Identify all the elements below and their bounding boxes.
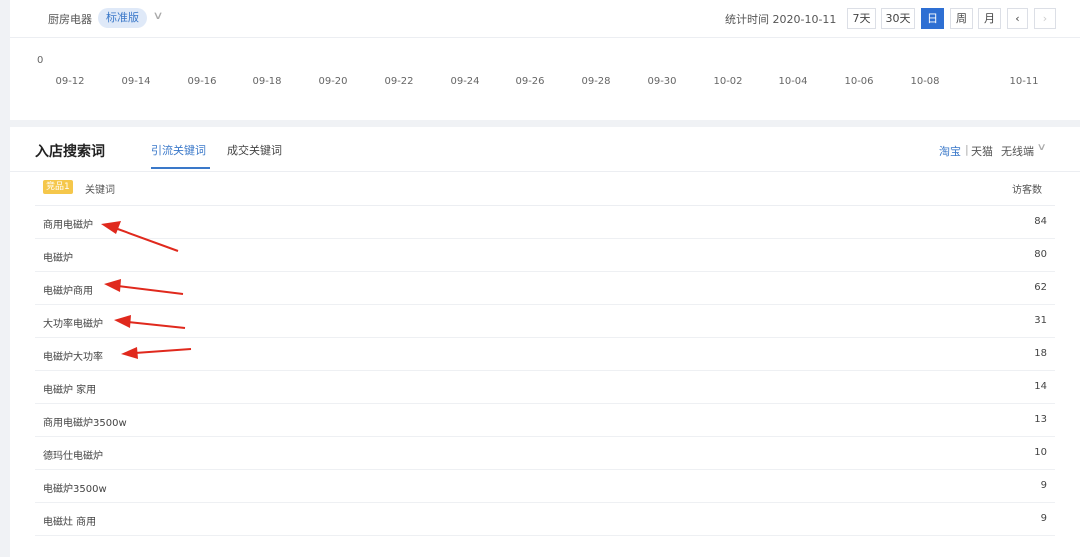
divider [10,171,1080,172]
range-7d-button[interactable]: 7天 [847,8,876,29]
x-tick-label: 09-26 [515,76,545,87]
keyword-cell: 商用电磁炉 [43,220,93,231]
keyword-cell: 电磁炉 家用 [43,385,97,396]
range-month-button[interactable]: 月 [978,8,1001,29]
table-row[interactable]: 大功率电磁炉 31 [35,305,1055,338]
x-tick-label: 09-18 [252,76,282,87]
visitors-cell: 10 [1034,447,1047,458]
table-row[interactable]: 电磁炉大功率 18 [35,338,1055,371]
search-keywords-card: 入店搜索词 引流关键词 成交关键词 淘宝 | 天猫 无线端 ∨ 竞品1 关键词 … [10,127,1080,557]
tab-deal-keywords[interactable]: 成交关键词 [227,142,282,158]
active-tab-indicator [151,167,210,169]
table-row[interactable]: 电磁炉 80 [35,239,1055,272]
x-tick-label: 09-12 [55,76,85,87]
table-row[interactable]: 商用电磁炉3500w 13 [35,404,1055,437]
toolbar: 厨房电器 标准版 ∨ 统计时间 2020-10-11 7天 30天 日 周 月 … [10,0,1080,38]
table-row[interactable]: 德玛仕电磁炉 10 [35,437,1055,470]
x-tick-label: 09-14 [121,76,151,87]
table-row[interactable]: 商用电磁炉 84 [35,206,1055,239]
chevron-down-icon[interactable]: ∨ [1037,142,1047,153]
chevron-right-icon[interactable]: › [1034,8,1056,29]
range-30d-button[interactable]: 30天 [881,8,915,29]
x-tick-label: 09-30 [647,76,677,87]
platform-taobao[interactable]: 淘宝 [939,143,961,159]
category-selector[interactable]: 厨房电器 [48,11,92,27]
visitors-cell: 31 [1034,315,1047,326]
x-tick-label: 09-20 [318,76,348,87]
table-row[interactable]: 电磁炉3500w 9 [35,470,1055,503]
x-tick-label: 09-28 [581,76,611,87]
edition-badge: 标准版 [98,8,147,28]
visitors-cell: 9 [1040,513,1047,524]
visitors-cell: 84 [1034,216,1047,227]
table-row[interactable]: 电磁炉商用 62 [35,272,1055,305]
x-tick-label: 10-11 [1009,76,1039,87]
trend-card: 厨房电器 标准版 ∨ 统计时间 2020-10-11 7天 30天 日 周 月 … [10,0,1080,120]
keyword-cell: 电磁灶 商用 [43,517,97,528]
range-week-button[interactable]: 周 [950,8,973,29]
x-tick-label: 10-06 [844,76,874,87]
chevron-left-icon[interactable]: ‹ [1007,8,1028,29]
stat-time: 统计时间 2020-10-11 [725,13,837,26]
column-header-keyword: 关键词 [85,185,115,196]
platform-wireless[interactable]: 无线端 [1001,143,1034,159]
keyword-cell: 大功率电磁炉 [43,319,103,330]
tab-traffic-keywords[interactable]: 引流关键词 [151,142,206,158]
x-tick-label: 09-22 [384,76,414,87]
visitors-cell: 13 [1034,414,1047,425]
keyword-cell: 电磁炉大功率 [43,352,103,363]
keyword-cell: 电磁炉商用 [43,286,93,297]
visitors-cell: 62 [1034,282,1047,293]
x-tick-label: 10-02 [713,76,743,87]
x-tick-label: 10-04 [778,76,808,87]
x-tick-label: 10-08 [910,76,940,87]
chevron-down-icon[interactable]: ∨ [152,9,163,22]
table-row[interactable]: 电磁炉 家用 14 [35,371,1055,404]
table-row[interactable]: 电磁灶 商用 9 [35,503,1055,536]
platform-separator: | [965,143,969,156]
keyword-cell: 德玛仕电磁炉 [43,451,103,462]
competitor-badge: 竞品1 [43,180,73,194]
visitors-cell: 14 [1034,381,1047,392]
keyword-cell: 电磁炉3500w [43,484,107,495]
platform-tmall[interactable]: 天猫 [971,143,993,159]
x-tick-label: 09-24 [450,76,480,87]
visitors-cell: 80 [1034,249,1047,260]
x-tick-label: 09-16 [187,76,217,87]
visitors-cell: 18 [1034,348,1047,359]
section-title: 入店搜索词 [35,144,105,160]
y-axis-zero: 0 [37,55,44,66]
keyword-cell: 电磁炉 [43,253,73,264]
range-day-button[interactable]: 日 [921,8,944,29]
column-header-visitors: 访客数 [1012,185,1042,196]
keyword-cell: 商用电磁炉3500w [43,418,127,429]
visitors-cell: 9 [1040,480,1047,491]
